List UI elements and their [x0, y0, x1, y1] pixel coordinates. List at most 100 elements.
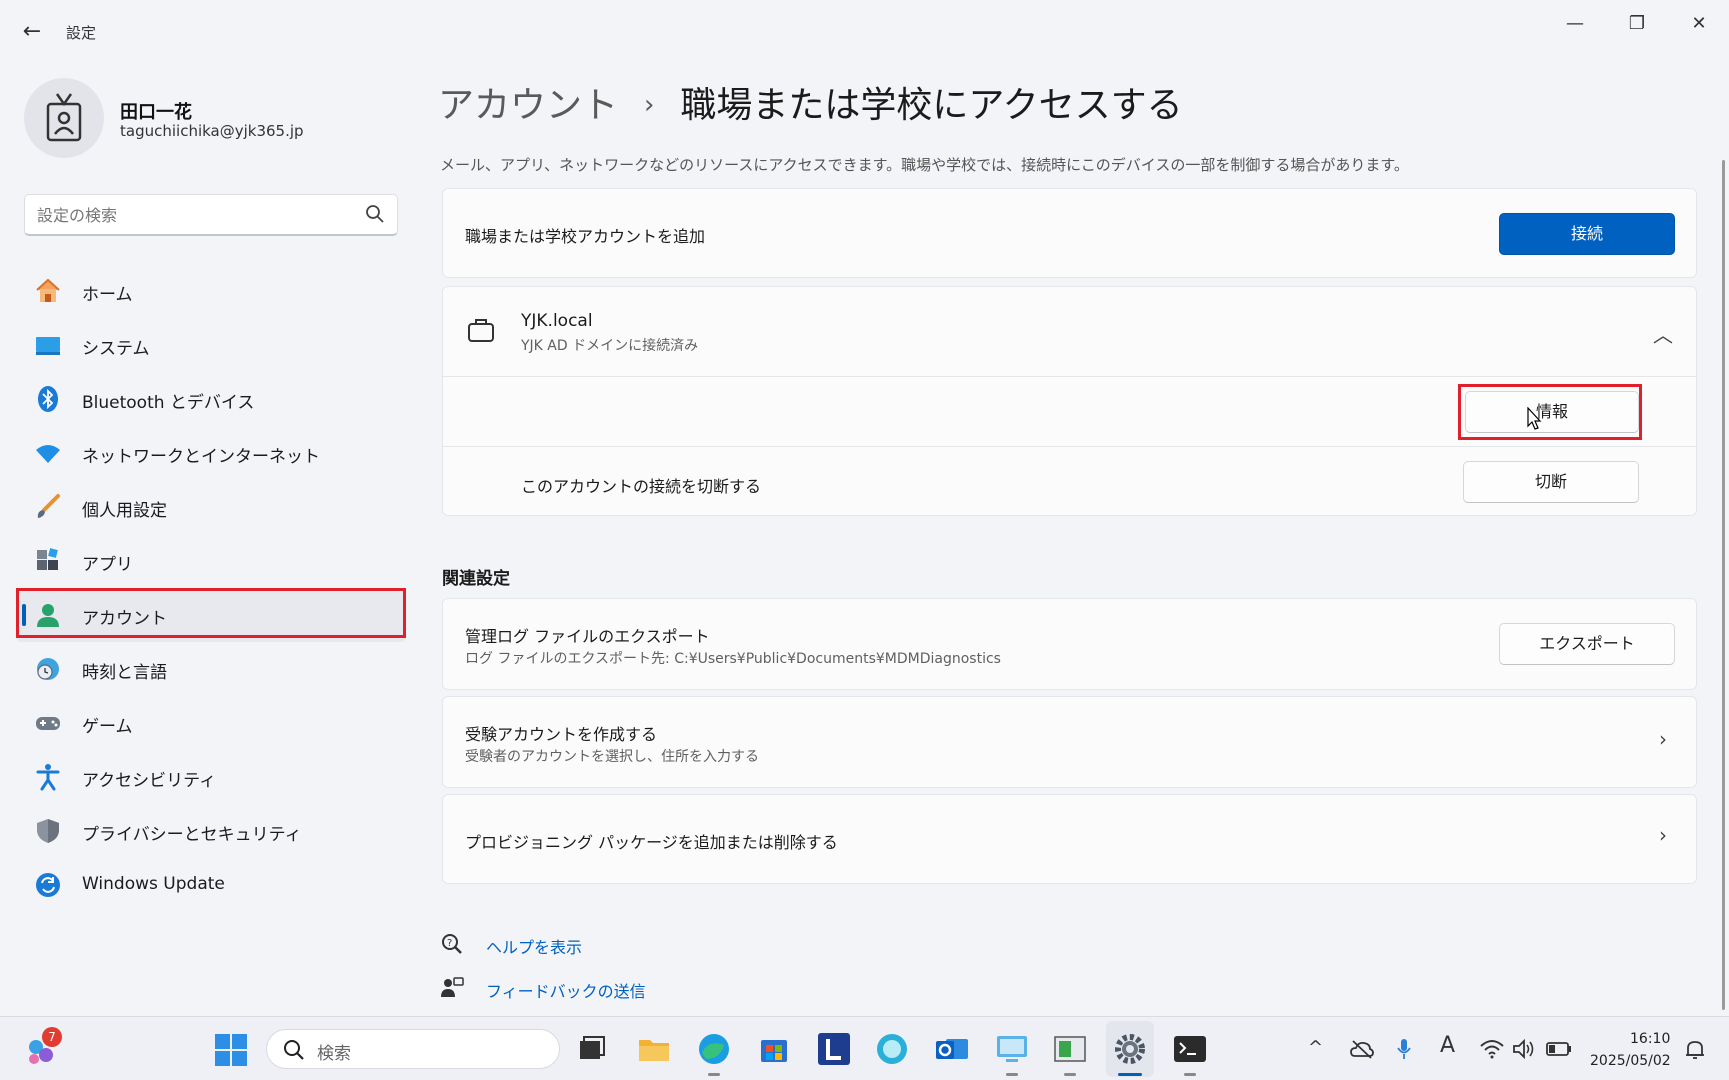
help-link[interactable]: ヘルプを表示	[486, 934, 582, 958]
sidebar-item-label: 個人用設定	[82, 501, 167, 521]
search-icon	[366, 205, 384, 223]
home-icon	[36, 278, 60, 302]
provisioning-card[interactable]: プロビジョニング パッケージを追加または削除する ›	[442, 794, 1697, 884]
sidebar-item-network[interactable]: ネットワークとインターネット	[16, 426, 406, 480]
feedback-link[interactable]: フィードバックの送信	[486, 978, 646, 1002]
sidebar-item-label: ホーム	[82, 285, 133, 305]
sidebar-item-accessibility[interactable]: アクセシビリティ	[16, 750, 406, 804]
chevron-right-icon: ›	[1659, 823, 1667, 847]
l-app-icon[interactable]	[816, 1031, 852, 1067]
sidebar-item-label: 時刻と言語	[82, 663, 167, 683]
wifi-tray-icon[interactable]	[1480, 1039, 1504, 1059]
breadcrumb-separator: ›	[644, 90, 655, 120]
export-logs-title: 管理ログ ファイルのエクスポート	[465, 627, 710, 646]
close-icon[interactable]: ✕	[1676, 8, 1722, 40]
widgets-badge: 7	[42, 1027, 62, 1047]
export-logs-card: 管理ログ ファイルのエクスポート ログ ファイルのエクスポート先: C:¥Use…	[442, 598, 1697, 690]
export-button[interactable]: エクスポート	[1499, 623, 1675, 665]
profile-name: 田口一花	[120, 102, 192, 123]
sidebar-item-time-language[interactable]: 時刻と言語	[16, 642, 406, 696]
chevron-up-icon[interactable]: ︿	[1653, 319, 1673, 348]
exam-account-card[interactable]: 受験アカウントを作成する 受験者のアカウントを選択し、住所を入力する ›	[442, 696, 1697, 788]
profile-email: taguchiichika@yjk365.jp	[120, 122, 304, 140]
accessibility-icon	[36, 764, 60, 791]
settings-gear-icon[interactable]	[1112, 1031, 1148, 1067]
server-manager-icon[interactable]	[1052, 1031, 1088, 1067]
tray-overflow-chevron-icon[interactable]: ^	[1308, 1037, 1323, 1058]
restore-icon[interactable]: ❐	[1614, 8, 1660, 40]
info-row: 情報	[443, 377, 1696, 447]
taskbar-search[interactable]: 検索	[266, 1029, 560, 1069]
sidebar-item-windows-update[interactable]: Windows Update	[16, 858, 406, 912]
connect-button[interactable]: 接続	[1499, 213, 1675, 255]
title-bar: ← 設定 — ❐ ✕	[0, 0, 1729, 62]
sidebar-item-gaming[interactable]: ゲーム	[16, 696, 406, 750]
onedrive-icon[interactable]	[1350, 1039, 1374, 1059]
file-explorer-icon[interactable]	[636, 1031, 672, 1067]
sidebar-item-bluetooth[interactable]: Bluetooth とデバイス	[16, 372, 406, 426]
sidebar-item-personalization[interactable]: 個人用設定	[16, 480, 406, 534]
avatar[interactable]	[24, 78, 104, 158]
briefcase-icon	[468, 319, 494, 342]
breadcrumb-parent[interactable]: アカウント	[438, 85, 618, 126]
sidebar-item-accounts[interactable]: アカウント	[16, 588, 406, 642]
terminal-icon[interactable]	[1172, 1031, 1208, 1067]
scrollbar[interactable]	[1722, 160, 1725, 1010]
add-account-card: 職場または学校アカウントを追加 接続	[442, 188, 1697, 278]
start-windows-icon[interactable]	[214, 1033, 248, 1067]
mouse-cursor-icon	[1527, 407, 1542, 430]
store-icon[interactable]	[756, 1031, 792, 1067]
svg-text:?: ?	[447, 938, 452, 949]
settings-search-input[interactable]	[37, 203, 357, 227]
provisioning-title: プロビジョニング パッケージを追加または削除する	[465, 833, 838, 852]
clock-time[interactable]: 16:10	[1630, 1031, 1670, 1047]
sidebar-item-label: アカウント	[82, 609, 167, 629]
chevron-right-icon: ›	[1659, 727, 1667, 751]
update-icon	[36, 873, 60, 897]
circular-app-icon[interactable]	[874, 1031, 910, 1067]
time-language-icon	[37, 658, 59, 680]
sidebar-item-label: ネットワークとインターネット	[82, 447, 320, 467]
export-logs-path: ログ ファイルのエクスポート先: C:¥Users¥Public¥Documen…	[465, 651, 1001, 667]
battery-icon[interactable]	[1546, 1041, 1572, 1057]
sidebar-item-system[interactable]: システム	[16, 318, 406, 372]
info-button[interactable]: 情報	[1465, 391, 1639, 433]
volume-icon[interactable]	[1512, 1039, 1536, 1059]
search-icon	[284, 1040, 304, 1060]
microphone-icon[interactable]	[1396, 1037, 1412, 1061]
account-header[interactable]: YJK.local YJK AD ドメインに接続済み ︿	[443, 287, 1696, 377]
outlook-icon[interactable]	[934, 1031, 970, 1067]
sidebar-item-label: プライバシーとセキュリティ	[82, 825, 302, 845]
settings-search-box[interactable]	[24, 194, 398, 236]
sidebar-item-apps[interactable]: アプリ	[16, 534, 406, 588]
account-status: YJK AD ドメインに接続済み	[521, 338, 699, 354]
sidebar-item-home[interactable]: ホーム	[16, 264, 406, 318]
running-indicator	[1184, 1073, 1196, 1076]
minimize-icon[interactable]: —	[1552, 8, 1598, 40]
running-indicator	[1006, 1073, 1018, 1076]
remote-desktop-icon[interactable]	[994, 1031, 1030, 1067]
edge-browser-icon[interactable]	[696, 1031, 732, 1067]
sidebar-item-privacy[interactable]: プライバシーとセキュリティ	[16, 804, 406, 858]
wifi-icon	[36, 445, 60, 463]
task-view-icon[interactable]	[574, 1031, 610, 1067]
feedback-icon	[441, 977, 464, 997]
taskbar-search-placeholder: 検索	[317, 1044, 351, 1064]
sidebar-item-label: Bluetooth とデバイス	[82, 393, 255, 413]
sidebar-item-label: システム	[82, 339, 150, 359]
clock-date[interactable]: 2025/05/02	[1590, 1053, 1671, 1069]
running-indicator-active	[1118, 1073, 1142, 1076]
sidebar-nav: ホーム システム Bluetooth とデバイス ネットワークとインターネット …	[16, 264, 406, 912]
notification-bell-icon[interactable]	[1684, 1039, 1706, 1061]
back-arrow-icon[interactable]: ←	[18, 18, 46, 46]
id-badge-icon	[46, 93, 82, 142]
running-indicator	[708, 1073, 720, 1076]
apps-icon	[37, 548, 58, 570]
account-domain-name: YJK.local	[521, 311, 593, 331]
disconnect-button[interactable]: 切断	[1463, 461, 1639, 503]
sidebar-item-label: ゲーム	[82, 717, 133, 737]
connected-account-card: YJK.local YJK AD ドメインに接続済み ︿ 情報 このアカウントの…	[442, 286, 1697, 516]
page-title: 職場または学校にアクセスする	[680, 85, 1183, 126]
ime-indicator[interactable]: A	[1440, 1033, 1455, 1058]
related-settings-heading: 関連設定	[442, 569, 510, 589]
